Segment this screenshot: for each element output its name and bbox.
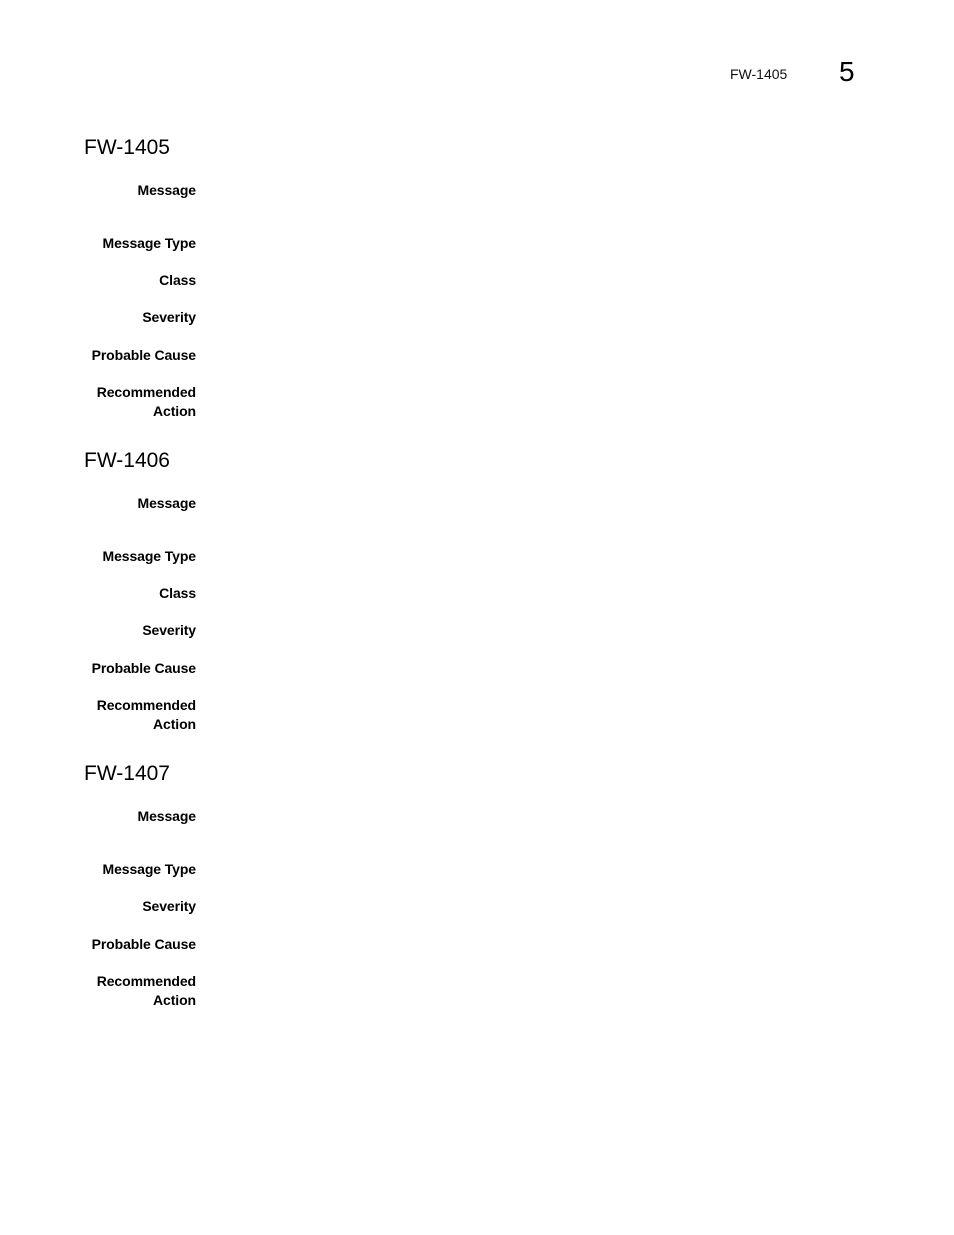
probable-cause-label: Probable Cause [91, 660, 197, 676]
class-label: Class [159, 585, 196, 601]
message-label: Message [137, 182, 197, 198]
message-label: Message [137, 495, 197, 511]
severity-label: Severity [142, 622, 196, 638]
chapter-number: 5 [839, 56, 855, 87]
recommended-action-label-line2: Action [153, 403, 196, 419]
recommended-action-label-line1: Recommended [96, 973, 196, 989]
class-label: Class [159, 272, 196, 288]
entry-title: FW-1405 [84, 136, 170, 159]
entry-title: FW-1407 [84, 762, 170, 785]
entry-title: FW-1406 [84, 449, 170, 472]
running-header: FW-1405 5 [0, 56, 954, 90]
message-type-label: Message Type [102, 235, 197, 251]
recommended-action-label-line1: Recommended [96, 697, 196, 713]
message-label: Message [137, 808, 197, 824]
recommended-action-label-line2: Action [153, 992, 196, 1008]
probable-cause-label: Probable Cause [91, 936, 197, 952]
severity-label: Severity [142, 309, 196, 325]
recommended-action-label-line2: Action [153, 716, 196, 732]
message-type-label: Message Type [102, 861, 197, 877]
recommended-action-label-line1: Recommended [96, 384, 196, 400]
probable-cause-label: Probable Cause [91, 347, 197, 363]
running-title: FW-1405 [730, 66, 788, 82]
severity-label: Severity [142, 898, 196, 914]
message-type-label: Message Type [102, 548, 197, 564]
